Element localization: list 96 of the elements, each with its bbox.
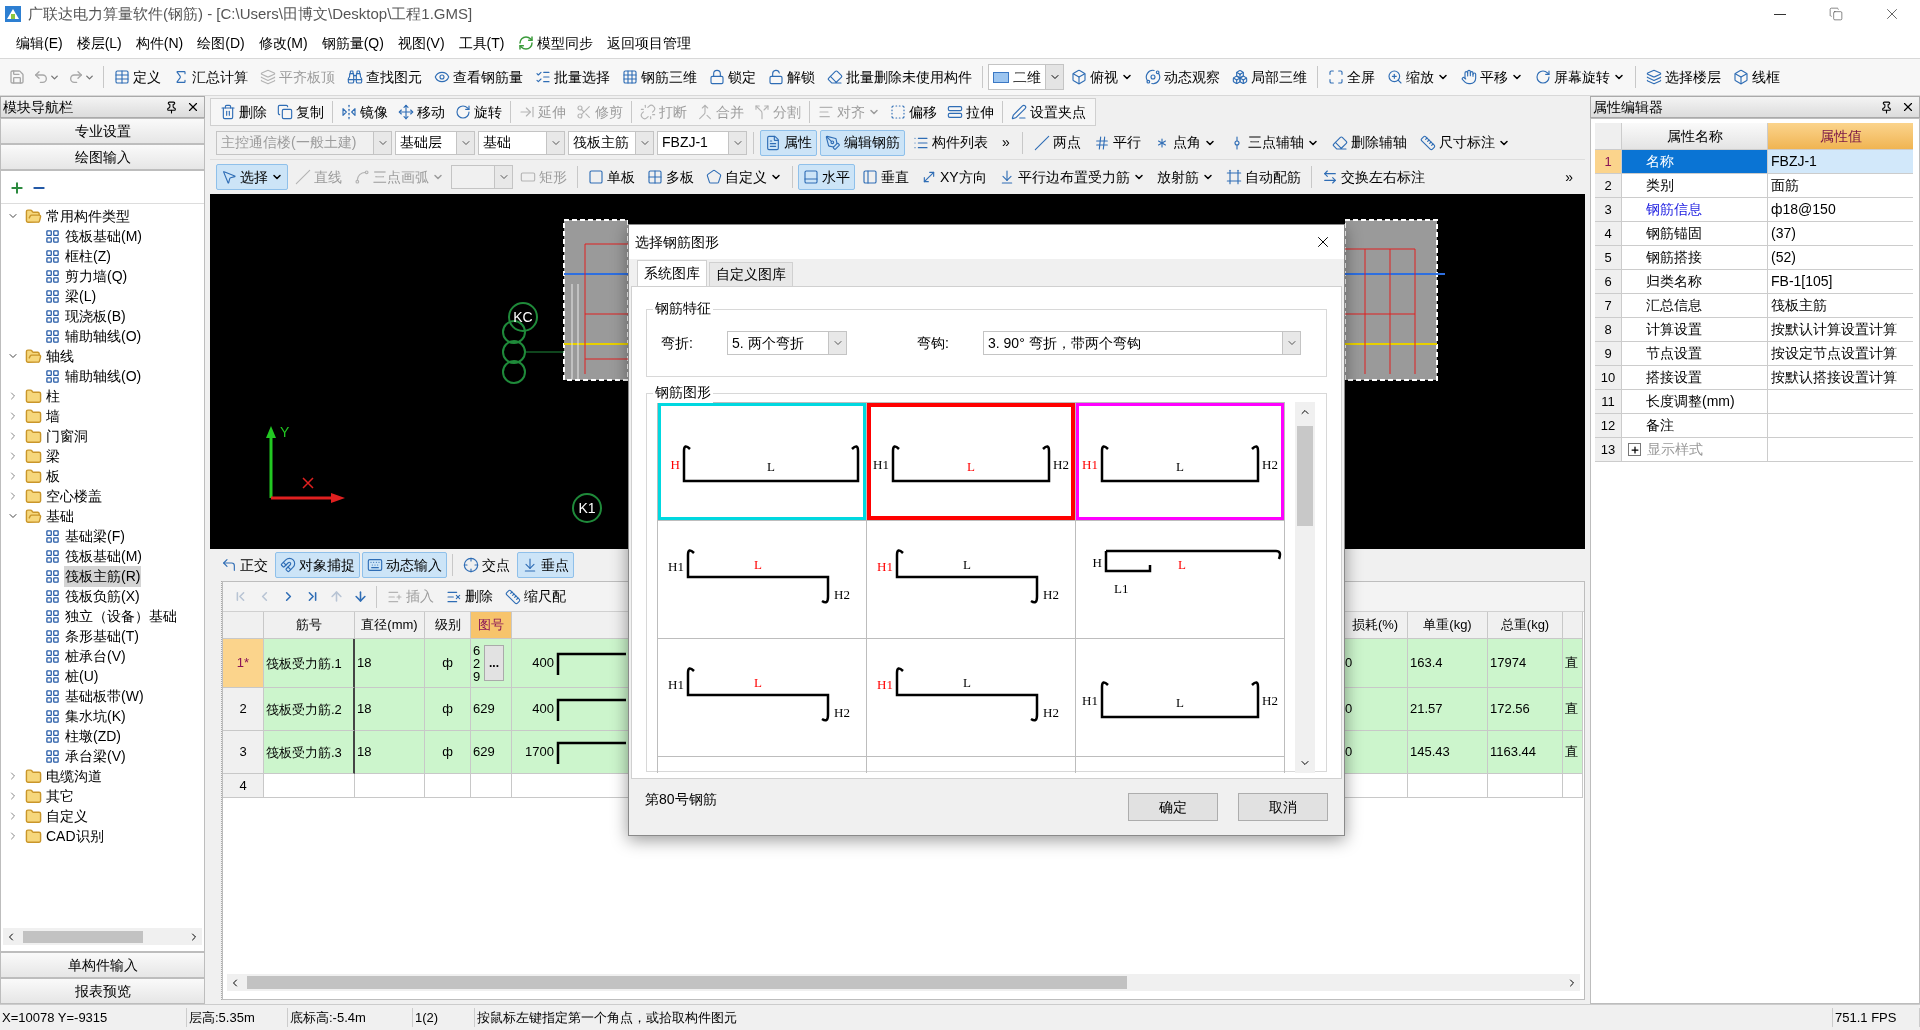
table-cell: 1163.44 xyxy=(1488,731,1563,774)
dimension-label: L xyxy=(963,557,971,572)
status-text: 层高:5.35m xyxy=(187,1007,288,1028)
dimension-label: H2 xyxy=(1053,457,1069,472)
table-cell: ф xyxy=(425,731,471,774)
property-value: 按设定节点设置计算 xyxy=(1771,344,1897,363)
dimension-label: L xyxy=(1176,459,1184,474)
table-cell: ф xyxy=(425,639,471,688)
property-value: (52) xyxy=(1771,248,1796,267)
property-name: 钢筋信息 xyxy=(1646,200,1702,219)
property-name: 计算设置 xyxy=(1646,320,1702,339)
property-value: 面筋 xyxy=(1771,176,1799,195)
dimension-label: H2 xyxy=(834,705,850,720)
dimension-label: H1 xyxy=(873,457,889,472)
figure-number: 629 xyxy=(473,700,495,719)
property-value: FBZJ-1 xyxy=(1771,152,1817,171)
property-value: 按默认计算设置计算 xyxy=(1771,320,1897,339)
view-mode-value: 二维 xyxy=(1013,67,1041,87)
group-title: 钢筋图形 xyxy=(653,382,713,403)
table-cell: 筏板受力筋.3 xyxy=(264,731,355,774)
property-name: 名称 xyxy=(1646,152,1674,171)
table-cell: 18 xyxy=(355,688,425,731)
table-cell: 21.57 xyxy=(1408,688,1488,731)
property-value: (37) xyxy=(1771,224,1796,243)
status-text: 751.1 FPS xyxy=(1833,1007,1920,1028)
dimension-label: H2 xyxy=(1262,693,1278,708)
table-cell: 0 xyxy=(1343,639,1408,688)
dimension-label: L xyxy=(1176,695,1184,710)
dialog-title: 选择钢筋图形 xyxy=(635,232,719,252)
dimension-label: L xyxy=(754,557,762,572)
figure-number: 629 xyxy=(473,643,482,683)
property-value: 按默认搭接设置计算 xyxy=(1771,368,1897,387)
column-header: 属性名称 xyxy=(1622,123,1768,150)
field-label: 弯钩: xyxy=(917,333,950,353)
table-cell: ф xyxy=(425,688,471,731)
table-cell: 145.43 xyxy=(1408,731,1488,774)
property-name: 搭接设置 xyxy=(1646,368,1702,387)
dimension-label: L xyxy=(963,675,971,690)
dimension-label: H xyxy=(670,457,680,472)
status-text: 按鼠标左键指定第一个角点，或拾取构件图元 xyxy=(475,1007,1833,1028)
status-text: 底标高:-5.4m xyxy=(288,1007,413,1028)
dimension-label: L xyxy=(754,675,762,690)
table-cell: 0 xyxy=(1343,731,1408,774)
dimension-label: 1700 xyxy=(524,743,554,762)
figure-number: 629 xyxy=(473,743,495,762)
dimension-label: L xyxy=(767,459,775,474)
property-value: FB-1[105] xyxy=(1771,272,1833,291)
property-name: 钢筋锚固 xyxy=(1646,224,1702,243)
property-name: 汇总信息 xyxy=(1646,296,1702,315)
property-name: 长度调整(mm) xyxy=(1646,392,1735,411)
table-cell: 直 xyxy=(1563,688,1583,731)
field-label: 弯折: xyxy=(661,333,694,353)
table-cell: 18 xyxy=(355,639,425,688)
table-cell: 直 xyxy=(1563,639,1583,688)
window-title: 广联达电力算量软件(钢筋) - [C:\Users\田博文\Desktop\工程1.GMS] xyxy=(28,3,473,24)
dimension-label: 400 xyxy=(531,700,554,719)
table-cell: 163.4 xyxy=(1408,639,1488,688)
table-cell: 筏板受力筋.1 xyxy=(264,639,355,688)
table-cell: 0 xyxy=(1343,688,1408,731)
table-cell: 17974 xyxy=(1488,639,1563,688)
table-cell: 172.56 xyxy=(1488,688,1563,731)
table-cell: 直 xyxy=(1563,731,1583,774)
dimension-label: H1 xyxy=(668,677,684,692)
dimension-label: 400 xyxy=(531,654,554,673)
dimension-label: H2 xyxy=(1043,587,1059,602)
grid-axis-bubble: K1 xyxy=(572,493,602,523)
dimension-label: H1 xyxy=(1082,457,1098,472)
panel-title: 模块导航栏 xyxy=(3,97,73,117)
property-name: 备注 xyxy=(1646,416,1674,435)
property-name: 显示样式 xyxy=(1647,440,1703,459)
dimension-label: H xyxy=(1092,555,1102,570)
property-name: 类别 xyxy=(1646,176,1674,195)
status-text: 1(2) xyxy=(413,1007,475,1028)
panel-title: 属性编辑器 xyxy=(1593,97,1663,117)
property-name: 归类名称 xyxy=(1646,272,1702,291)
property-name: 节点设置 xyxy=(1646,344,1702,363)
dimension-label: H2 xyxy=(1262,457,1278,472)
dimension-label: H1 xyxy=(1082,693,1098,708)
dimension-label: H2 xyxy=(834,587,850,602)
dimension-label: H2 xyxy=(1043,705,1059,720)
property-value: 筏板主筋 xyxy=(1771,296,1827,315)
dimension-label: L xyxy=(967,459,975,474)
table-cell: 18 xyxy=(355,731,425,774)
grid-axis-bubble: KC xyxy=(508,302,538,332)
dimension-label: H1 xyxy=(877,677,893,692)
column-header: 属性值 xyxy=(1768,123,1913,150)
dimension-label: L xyxy=(1178,557,1186,572)
dimension-label: H1 xyxy=(877,559,893,574)
status-text: X=10078 Y=-9315 xyxy=(0,1007,187,1028)
table-cell: 筏板受力筋.2 xyxy=(264,688,355,731)
status-text: 第80号钢筋 xyxy=(645,790,717,809)
property-value: ф18@150 xyxy=(1771,200,1836,219)
dimension-label: H1 xyxy=(668,559,684,574)
axis-label: Y xyxy=(280,423,290,442)
dimension-label: L1 xyxy=(1114,581,1129,596)
property-name: 钢筋搭接 xyxy=(1646,248,1702,267)
